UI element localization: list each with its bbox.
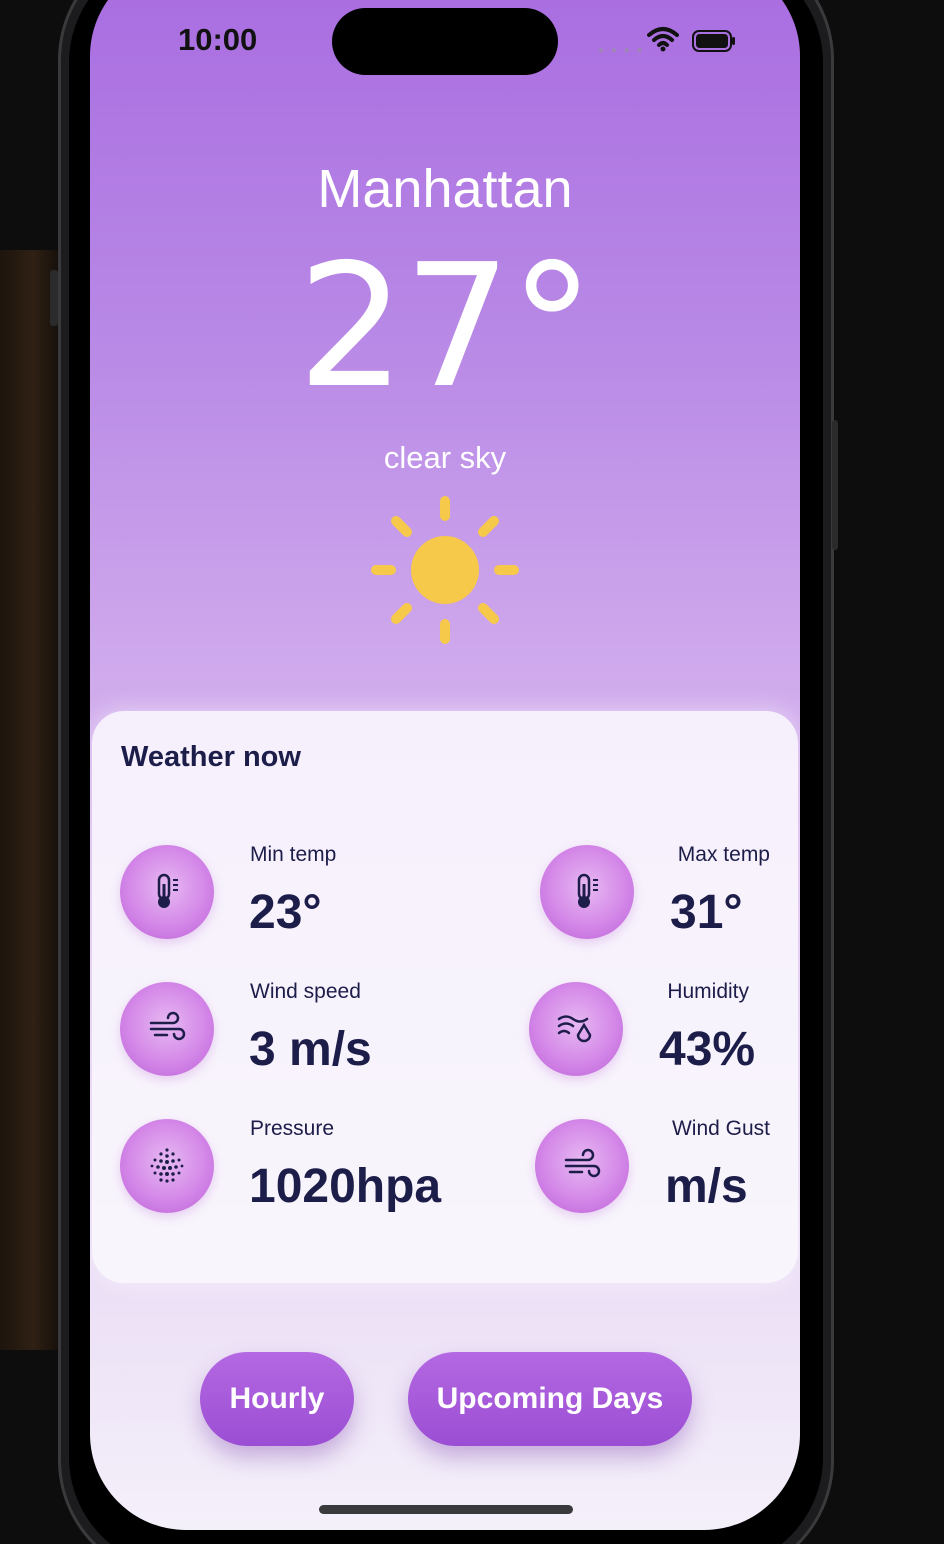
humidity-icon [529,982,623,1076]
current-temperature: 27° [297,228,594,426]
metric-value-wind-speed: 3 m/s [249,1023,372,1076]
metric-value-humidity: 43% [659,1023,756,1076]
metric-label-pressure: Pressure [250,1117,335,1140]
wifi-icon [647,27,679,52]
metric-value-wind-gust: m/s [665,1160,748,1213]
battery-icon [692,30,735,52]
weather-now-card: Weather now Min temp 23° Max temp 31° Wi… [92,711,798,1283]
sun-icon [371,496,519,644]
metric-label-min-temp: Min temp [250,843,337,866]
phone-side-button [50,270,58,326]
wind-icon [535,1119,629,1213]
city-name: Manhattan [317,159,573,219]
status-bar: 10:00 ● ● ● ● [90,0,800,80]
hourly-button[interactable]: Hourly [200,1352,354,1446]
pressure-icon [120,1119,214,1213]
metric-label-wind-gust: Wind Gust [671,1117,770,1140]
metric-label-max-temp: Max temp [677,843,770,866]
home-indicator[interactable] [319,1505,573,1514]
background-wallpaper [0,250,60,1350]
thermometer-icon [540,845,634,939]
status-time: 10:00 [178,22,258,57]
metric-value-min-temp: 23° [249,886,322,939]
thermometer-icon [120,845,214,939]
dynamic-island [332,8,558,75]
metric-label-wind-speed: Wind speed [250,980,361,1003]
card-title: Weather now [121,741,301,773]
phone-volume-button [832,420,838,550]
metric-label-humidity: Humidity [667,980,749,1003]
weather-description: clear sky [383,440,507,475]
metric-value-pressure: 1020hpa [249,1160,442,1213]
metric-value-max-temp: 31° [670,886,743,939]
cellular-signal-icon: ● ● ● ● [598,45,645,56]
app-screen: 10:00 ● ● ● ● Manhattan 27° clear sky We… [90,0,800,1530]
wind-icon [120,982,214,1076]
upcoming-days-button[interactable]: Upcoming Days [408,1352,692,1446]
